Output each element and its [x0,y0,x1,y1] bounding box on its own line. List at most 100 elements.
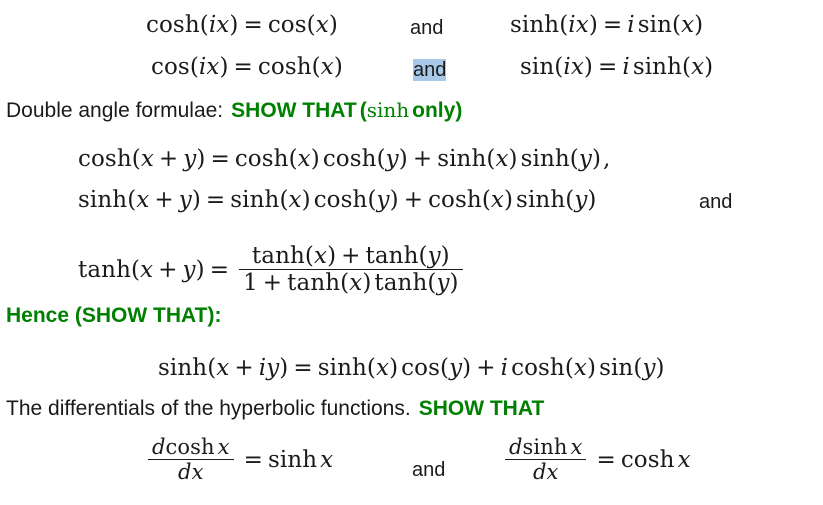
equals-sign: = [243,447,263,473]
identity-row-2-right: sin(ix) = i sinh(x) [520,56,713,79]
y-symbol: y [427,243,441,269]
rparen: ) [462,355,472,381]
plus-sign: + [158,257,178,283]
lparen: ( [682,54,692,80]
x-symbol: x [217,435,230,459]
rparen: ) [191,187,201,213]
equals-sign: = [210,146,230,172]
addition-formula-sinh: sinh(x + y) = sinh(x) cosh(y) + cosh(x) sinh(y) [78,189,596,212]
lparen: ( [306,12,316,38]
rparen: ) [389,355,399,381]
equals-sign: = [602,12,623,38]
rparen: ) [196,146,206,172]
sinh-label: sinh [317,355,367,381]
tanh-sum-fraction: tanh(x) + tanh(y) 1 + tanh(x) tanh(y) [239,245,463,295]
cosh-label: cosh [165,435,215,459]
sinh-label: sinh [158,355,208,381]
plus-sign: + [412,146,433,172]
identity-row-1-left: cosh(ix) = cos(x) [146,14,338,37]
fraction-numerator: dsinh x [505,437,586,459]
rparen: ) [398,146,408,172]
sin-label: sin [599,355,634,381]
show-that-label-2: SHOW THAT [418,397,545,420]
y-symbol: y [376,187,390,213]
plus-sign: + [154,187,174,213]
tanh-label: tanh [78,257,131,283]
differentials-prefix: The differentials of the hyperbolic func… [6,397,411,420]
plus-sign: + [476,355,496,381]
rparen: ) [587,355,597,381]
x-symbol: x [191,460,204,484]
rparen: ) [449,270,459,296]
x-symbol: x [570,54,584,80]
cosh-label: cosh [234,146,289,172]
lparen: ( [554,54,564,80]
y-symbol: y [578,146,592,172]
rparen: ) [588,12,598,38]
equals-sign: = [205,187,226,213]
addition-formula-tanh: tanh(x + y) = tanh(x) + tanh(y) 1 + tanh(x) tanh… [78,245,463,296]
double-angle-prefix: Double angle formulae: [6,99,224,122]
x-symbol: x [297,146,311,172]
x-symbol: x [677,447,691,473]
y-symbol: y [436,270,450,296]
lparen: ( [130,257,141,283]
one-digit: 1 [243,270,258,296]
dcosh-dx-fraction: dcosh x dx [148,437,234,483]
tanh-label: tanh [365,243,419,269]
sinh-label: sinh [516,187,566,213]
identity-row-1-right: sinh(ix) = i sin(x) [510,14,703,37]
i-symbol: i [563,54,571,80]
x-symbol: x [136,187,150,213]
lparen: ( [366,355,376,381]
y-symbol: y [385,146,399,172]
hence-heading: Hence (SHOW THAT): [6,304,222,327]
d-symbol: d [509,435,523,459]
lparen: ( [569,146,579,172]
identity-row-2-left: cos(ix) = cosh(x) [151,56,343,79]
lparen: ( [131,146,141,172]
x-symbol: x [288,187,302,213]
fraction-denominator: dx [148,460,234,483]
y-symbol: y [178,187,192,213]
x-symbol: x [315,12,329,38]
differentials-heading: The differentials of the hyperbolic func… [6,398,544,419]
x-symbol: x [320,54,334,80]
i-symbol: i [622,54,630,80]
sin-label: sin [637,12,673,38]
equals-sign: = [293,355,313,381]
derivative-cosh: dcosh x dx = sinh x [148,437,333,484]
paren-open: ( [359,99,367,122]
rparen: ) [310,146,320,172]
d-symbol: d [532,460,547,484]
sinh-label: sinh [522,435,568,459]
rparen: ) [389,187,399,213]
i-symbol: i [627,12,635,38]
x-symbol: x [573,355,587,381]
equals-sign: = [596,447,616,473]
cosh-label: cosh [313,187,368,213]
lparen: ( [304,243,314,269]
rparen: ) [327,243,337,269]
rparen: ) [503,187,514,213]
rparen: ) [655,355,665,381]
x-symbol: x [140,146,154,172]
only-label: only [412,99,456,122]
rparen: ) [219,54,229,80]
lparen: ( [440,355,450,381]
trailing-comma: , [603,146,611,172]
cosh-label: cosh [257,54,312,80]
rparen: ) [694,12,704,38]
sinh-label: sinh [520,146,570,172]
lparen: ( [564,355,574,381]
cosh-label: cosh [511,355,565,381]
double-angle-heading: Double angle formulae: SHOW THAT (sinh only… [6,100,462,121]
x-symbol: x [495,146,509,172]
sinh-label: sinh [632,54,683,80]
rparen: ) [587,187,597,213]
dsinh-dx-fraction: dsinh x dx [505,437,587,483]
sinh-label: sinh [78,187,128,213]
fraction-denominator: dx [505,460,586,483]
x-symbol: x [376,355,390,381]
addition-formula-cosh: cosh(x + y) = cosh(x) cosh(y) + sinh(x) sinh(y), [78,148,610,171]
